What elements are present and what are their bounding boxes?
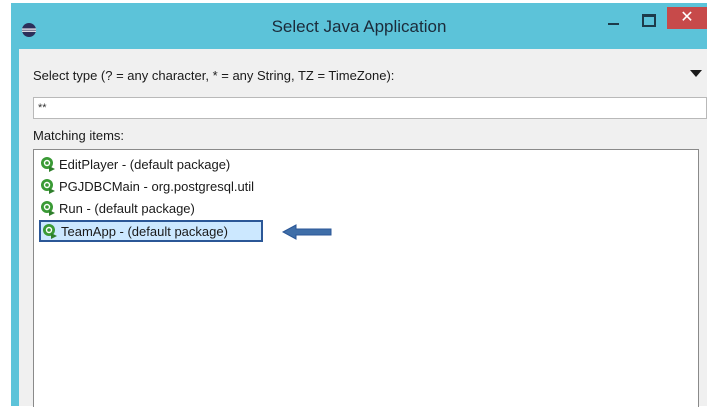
list-item-pgjdbcmain[interactable]: PGJDBCMain - org.postgresql.util (40, 176, 254, 196)
list-item-run[interactable]: Run - (default package) (40, 198, 195, 218)
dropdown-menu-icon[interactable] (690, 70, 702, 77)
list-item-label: TeamApp - (default package) (61, 223, 228, 239)
list-item-label: PGJDBCMain - org.postgresql.util (59, 178, 255, 194)
list-item-label: Run - (default package) (59, 200, 195, 216)
left-arrow-icon (282, 224, 332, 240)
close-icon: ✕ (680, 9, 694, 26)
list-item-label: EditPlayer - (default package) (59, 156, 231, 172)
close-button[interactable]: ✕ (667, 7, 707, 29)
minimize-button[interactable] (599, 9, 629, 33)
matching-items-list[interactable]: EditPlayer - (default package) PGJDBCMai… (33, 149, 699, 407)
maximize-button[interactable] (633, 9, 663, 33)
dialog-content: Select type (? = any character, * = any … (19, 49, 707, 407)
dialog-window: Select Java Application ✕ Select type (?… (11, 3, 707, 407)
select-type-label: Select type (? = any character, * = any … (33, 68, 395, 83)
java-run-icon (41, 157, 55, 172)
java-run-icon (41, 201, 55, 216)
java-run-icon (43, 224, 57, 239)
title-bar[interactable]: Select Java Application ✕ (11, 3, 707, 49)
list-item-editplayer[interactable]: EditPlayer - (default package) (40, 154, 230, 174)
matching-items-label: Matching items: (33, 128, 125, 143)
filter-input[interactable] (33, 97, 707, 119)
list-item-teamapp-selected[interactable]: TeamApp - (default package) (39, 220, 263, 242)
java-run-icon (41, 179, 55, 194)
